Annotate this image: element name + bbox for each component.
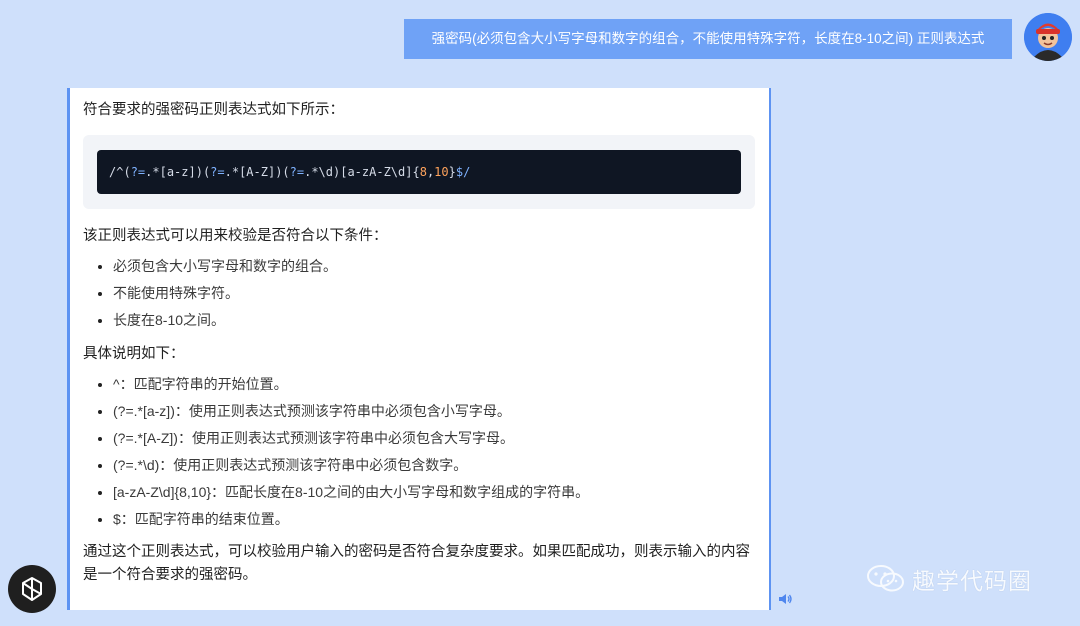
user-message-bubble: 强密码(必须包含大小写字母和数字的组合，不能使用特殊字符，长度在8-10之间) …	[404, 19, 1012, 59]
list-item: (?=.*[A-Z])：使用正则表达式预测该字符串中必须包含大写字母。	[113, 428, 755, 448]
details-title: 具体说明如下：	[83, 346, 185, 362]
assistant-message-card: 符合要求的强密码正则表达式如下所示： /^(?=.*[a-z])(?=.*[A-…	[67, 88, 771, 610]
answer-conclusion: 通过这个正则表达式，可以校验用户输入的密码是否符合复杂度要求。如果匹配成功，则表…	[83, 544, 750, 583]
openai-logo-icon	[8, 565, 56, 613]
code-line: /^(?=.*[a-z])(?=.*[A-Z])(?=.*\d)[a-zA-Z\…	[109, 165, 471, 179]
list-item: 必须包含大小写字母和数字的组合。	[113, 256, 755, 276]
list-item: ^：匹配字符串的开始位置。	[113, 374, 755, 394]
wechat-icon	[867, 565, 904, 592]
watermark: 趣学代码圈	[866, 562, 1032, 596]
details-list: ^：匹配字符串的开始位置。 (?=.*[a-z])：使用正则表达式预测该字符串中…	[83, 374, 755, 529]
conditions-list: 必须包含大小写字母和数字的组合。 不能使用特殊字符。 长度在8-10之间。	[83, 256, 755, 330]
code-block-container: /^(?=.*[a-z])(?=.*[A-Z])(?=.*\d)[a-zA-Z\…	[83, 135, 755, 209]
list-item: 长度在8-10之间。	[113, 310, 755, 330]
user-avatar-icon	[1024, 13, 1072, 61]
list-item: (?=.*\d)：使用正则表达式预测该字符串中必须包含数字。	[113, 455, 755, 475]
watermark-text: 趣学代码圈	[912, 569, 1032, 595]
conditions-title: 该正则表达式可以用来校验是否符合以下条件：	[83, 228, 388, 244]
answer-intro: 符合要求的强密码正则表达式如下所示：	[83, 102, 344, 118]
list-item: [a-zA-Z\d]{8,10}：匹配长度在8-10之间的由大小写字母和数字组成…	[113, 482, 755, 502]
user-message-text: 强密码(必须包含大小写字母和数字的组合，不能使用特殊字符，长度在8-10之间) …	[431, 31, 985, 46]
list-item: 不能使用特殊字符。	[113, 283, 755, 303]
code-block[interactable]: /^(?=.*[a-z])(?=.*[A-Z])(?=.*\d)[a-zA-Z\…	[97, 150, 741, 194]
list-item: $：匹配字符串的结束位置。	[113, 509, 755, 529]
list-item: (?=.*[a-z])：使用正则表达式预测该字符串中必须包含小写字母。	[113, 401, 755, 421]
speaker-icon[interactable]	[777, 591, 793, 607]
